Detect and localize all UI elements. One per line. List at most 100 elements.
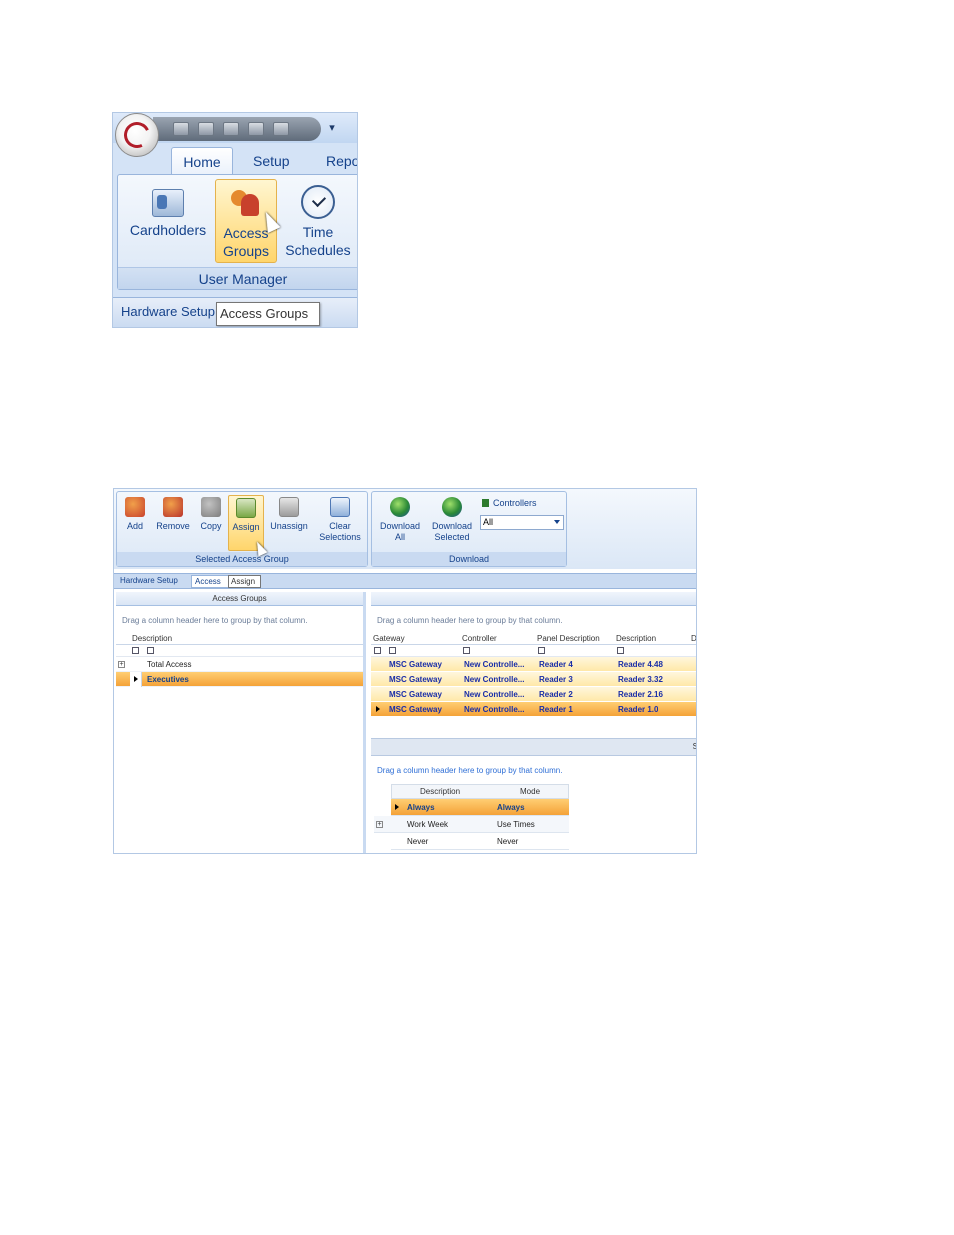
filter-clear-icon[interactable]	[374, 647, 381, 654]
expand-icon[interactable]: +	[376, 821, 383, 828]
grid-header: Gateway Controller Panel Description Des…	[371, 632, 696, 645]
list-item-selected[interactable]: Executives	[116, 672, 363, 687]
row-arrow-icon	[395, 804, 399, 810]
filter-icon[interactable]	[617, 647, 624, 654]
pane-splitter[interactable]: S	[371, 738, 696, 756]
splitter-glyph: S	[693, 742, 696, 751]
tab-hardware-setup[interactable]: Hardware Setup	[120, 576, 178, 585]
column-header-description[interactable]: Description	[420, 785, 460, 799]
flag-icon	[482, 499, 489, 507]
remove-label: Remove	[156, 521, 190, 531]
unassign-icon	[279, 497, 299, 517]
filter-row	[116, 645, 363, 657]
cell-controller: New Controlle...	[464, 690, 525, 699]
pane-title: Access Groups	[116, 592, 363, 606]
row-arrow-icon	[376, 706, 380, 712]
tooltip: Access Groups	[216, 302, 320, 326]
add-label: Add	[126, 521, 143, 531]
copy-icon	[201, 497, 221, 517]
remove-button[interactable]: Remove	[155, 495, 191, 532]
cardholders-button[interactable]: Cardholders	[126, 179, 210, 263]
table-row[interactable]: MSC Gateway New Controlle... Reader 4 Re…	[371, 657, 696, 672]
time-schedules-label-line2: Schedules	[285, 242, 351, 258]
access-groups-screenshot: Add Remove Copy Assign Unassign Clear Se…	[113, 488, 697, 854]
group-by-hint: Drag a column header here to group by th…	[377, 616, 563, 625]
readers-pane: Drag a column header here to group by th…	[371, 592, 696, 853]
controllers-dropdown[interactable]: All	[480, 515, 564, 530]
tab-home[interactable]: Home	[171, 147, 233, 175]
group-by-hint: Drag a column header here to group by th…	[377, 766, 563, 775]
tab-access-groups[interactable]: Access Groups	[191, 575, 231, 588]
column-header-more[interactable]: D	[691, 632, 696, 645]
add-button[interactable]: Add	[121, 495, 149, 532]
tab-hardware-setup[interactable]: Hardware Setup	[121, 304, 215, 319]
app-logo-icon	[120, 118, 154, 152]
access-groups-label-line2: Groups	[223, 243, 269, 259]
calendar-icon	[330, 497, 350, 517]
application-orb-button[interactable]	[115, 113, 159, 157]
cell-description: Always	[407, 803, 435, 812]
cell-controller: New Controlle...	[464, 660, 525, 669]
cell-gateway: MSC Gateway	[389, 690, 442, 699]
access-groups-pane: Access Groups Drag a column header here …	[116, 592, 366, 853]
quick-access-buttons	[153, 117, 321, 141]
ribbon-panel: Add Remove Copy Assign Unassign Clear Se…	[114, 489, 696, 569]
cell-description: Reader 4.48	[618, 660, 663, 669]
column-header-description[interactable]: Description	[616, 632, 656, 645]
filter-icon[interactable]	[389, 647, 396, 654]
cell-description: Work Week	[407, 820, 449, 829]
cell-controller: New Controlle...	[464, 675, 525, 684]
filter-clear-icon[interactable]	[132, 647, 139, 654]
chevron-down-icon[interactable]	[554, 520, 560, 524]
unassign-button[interactable]: Unassign	[268, 495, 310, 532]
selected-access-group-section: Add Remove Copy Assign Unassign Clear Se…	[116, 491, 368, 567]
download-selected-button[interactable]: Download Selected	[428, 495, 476, 543]
row-indicator	[130, 672, 142, 687]
print-icon[interactable]	[248, 122, 264, 136]
filter-icon[interactable]	[463, 647, 470, 654]
column-header-panel-description[interactable]: Panel Description	[537, 632, 600, 645]
download-group-label: Download	[372, 552, 566, 566]
time-mode-grid: Description Mode Always Always + Work We…	[374, 784, 569, 850]
download-section: Download All Download Selected Controlle…	[371, 491, 567, 567]
table-row-selected[interactable]: Always Always	[391, 799, 569, 816]
table-row[interactable]: MSC Gateway New Controlle... Reader 3 Re…	[371, 672, 696, 687]
download-all-button[interactable]: Download All	[376, 495, 424, 543]
tooltip: Assign	[228, 575, 261, 588]
filter-icon[interactable]	[147, 647, 154, 654]
list-item[interactable]: + Total Access	[116, 657, 363, 672]
globe-icon	[390, 497, 410, 517]
assign-icon	[236, 498, 256, 518]
column-header-description[interactable]: Description	[132, 634, 172, 643]
customize-toolbar-icon[interactable]: ▾	[325, 119, 339, 137]
tab-reports[interactable]: Repo	[316, 147, 357, 175]
time-schedules-button[interactable]: Time Schedules	[282, 179, 354, 263]
table-row[interactable]: + Work Week Use Times	[374, 816, 569, 833]
cell-panel: Reader 1	[539, 705, 573, 714]
save-icon[interactable]	[173, 122, 189, 136]
column-header-mode[interactable]: Mode	[520, 785, 540, 799]
clear-selections-button[interactable]: Clear Selections	[317, 495, 363, 543]
table-row[interactable]: Never Never	[391, 833, 569, 850]
selected-access-group-label: Selected Access Group	[117, 552, 367, 566]
table-row-selected[interactable]: MSC Gateway New Controlle... Reader 1 Re…	[371, 702, 696, 717]
assign-label: Assign	[232, 522, 260, 532]
export-icon[interactable]	[273, 122, 289, 136]
group-name: Total Access	[147, 660, 192, 669]
table-row[interactable]: MSC Gateway New Controlle... Reader 2 Re…	[371, 687, 696, 702]
group-by-hint: Drag a column header here to group by th…	[122, 616, 308, 625]
copy-button[interactable]: Copy	[197, 495, 225, 532]
filter-row	[371, 645, 696, 657]
filter-icon[interactable]	[538, 647, 545, 654]
refresh-icon[interactable]	[223, 122, 239, 136]
column-header-controller[interactable]: Controller	[462, 632, 497, 645]
column-header-gateway[interactable]: Gateway	[373, 632, 405, 645]
expand-icon[interactable]: +	[118, 661, 125, 668]
cell-description: Never	[407, 837, 429, 846]
copy-icon[interactable]	[198, 122, 214, 136]
cardholders-icon	[152, 189, 184, 217]
tab-setup[interactable]: Setup	[243, 147, 300, 175]
remove-user-icon	[163, 497, 183, 517]
clear-label-line1: Clear	[329, 521, 351, 531]
controllers-value: All	[483, 517, 494, 527]
